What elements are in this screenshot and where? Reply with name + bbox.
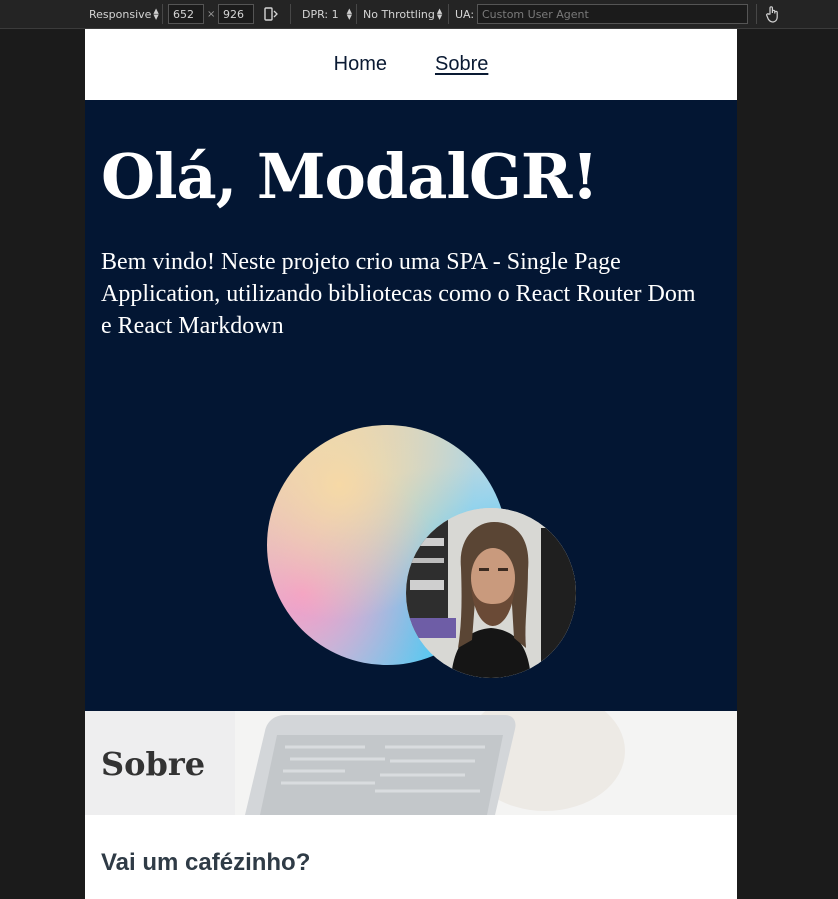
toolbar-divider (756, 4, 757, 24)
select-arrows-icon: ▲ ▼ (153, 7, 159, 21)
about-title: Sobre (101, 745, 206, 783)
throttling-label: No Throttling (363, 7, 435, 21)
dimension-separator: × (207, 0, 215, 28)
device-select-label: Responsive (89, 7, 152, 21)
nav-link-sobre[interactable]: Sobre (435, 53, 488, 76)
throttling-select[interactable]: No Throttling ▲ ▼ (363, 0, 442, 28)
viewport-width-input[interactable] (168, 4, 204, 24)
times-symbol: × (207, 8, 216, 20)
avatar-photo (406, 508, 576, 678)
top-nav: Home Sobre (85, 29, 737, 100)
rotate-device-button[interactable] (263, 0, 279, 28)
viewport-height-input[interactable] (218, 4, 254, 24)
user-agent-label: UA: (455, 7, 475, 21)
touch-simulation-button[interactable] (765, 0, 781, 28)
toolbar-divider (162, 4, 163, 24)
dpr-select[interactable]: DPR: 1 ▲ ▼ (302, 0, 352, 28)
select-arrows-icon: ▲ ▼ (346, 7, 352, 21)
rotate-device-icon (264, 7, 278, 21)
devtools-toolbar: Responsive ▲▼ × DPR: 1 ▲▼ No Throttling … (0, 0, 838, 29)
about-banner: Sobre (85, 711, 737, 815)
page-viewport: Home Sobre Olá, ModalGR! Bem vindo! Nest… (85, 29, 737, 899)
device-select[interactable]: Responsive ▲ ▼ (89, 0, 159, 28)
select-arrows-icon: ▲ ▼ (436, 7, 443, 21)
avatar (406, 508, 576, 678)
hero-section: Olá, ModalGR! Bem vindo! Neste projeto c… (85, 100, 737, 711)
toolbar-divider (290, 4, 291, 24)
toolbar-divider (448, 4, 449, 24)
hero-title: Olá, ModalGR! (101, 140, 599, 213)
user-agent-input[interactable] (477, 4, 748, 24)
hero-description: Bem vindo! Neste projeto crio uma SPA - … (101, 249, 696, 339)
toolbar-divider (356, 4, 357, 24)
dpr-label: DPR: 1 (302, 7, 339, 21)
touch-cursor-icon (766, 6, 778, 23)
nav-link-home[interactable]: Home (334, 53, 387, 76)
coffee-heading: Vai um cafézinho? (101, 849, 311, 876)
